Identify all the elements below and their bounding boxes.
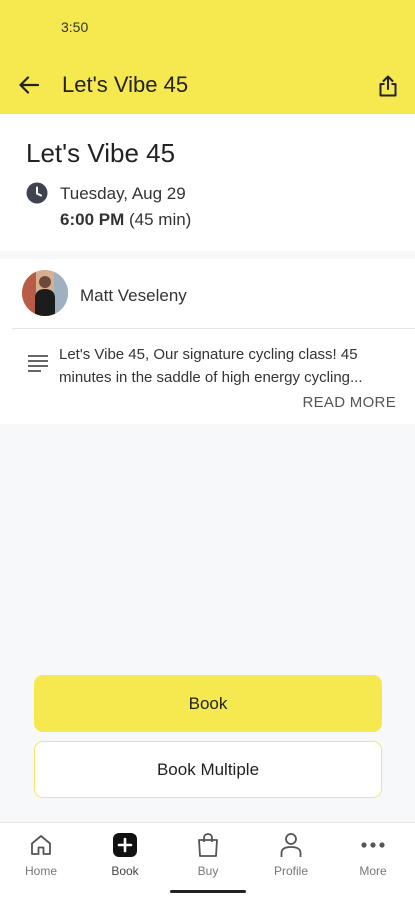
- shopping-bag-icon: [198, 833, 218, 857]
- tab-label: Buy: [197, 864, 219, 878]
- arrow-left-icon: [19, 76, 39, 94]
- book-multiple-button[interactable]: Book Multiple: [34, 741, 382, 798]
- share-icon: [379, 75, 397, 97]
- class-description: Let's Vibe 45, Our signature cycling cla…: [59, 346, 363, 386]
- tab-buy[interactable]: Buy: [173, 831, 243, 881]
- class-detail-card: Matt Veseleny Let's Vibe 45, Our signatu…: [0, 259, 415, 424]
- class-duration: (45 min): [128, 210, 192, 229]
- tab-profile[interactable]: Profile: [256, 831, 326, 881]
- tab-home[interactable]: Home: [6, 831, 76, 881]
- instructor-avatar[interactable]: [22, 270, 68, 316]
- person-icon: [280, 833, 302, 857]
- tab-label: Home: [24, 864, 57, 878]
- class-info-card: Let's Vibe 45 Tuesday, Aug 29 6:00 PM (4…: [0, 114, 415, 251]
- class-time: 6:00 PM (45 min): [60, 210, 191, 230]
- text-lines-icon: [28, 355, 48, 372]
- instructor-name[interactable]: Matt Veseleny: [80, 286, 187, 306]
- class-title: Let's Vibe 45: [26, 138, 176, 168]
- more-dots-icon: [361, 842, 385, 848]
- status-time: 3:50: [61, 19, 89, 35]
- home-indicator: [170, 890, 246, 893]
- class-start-time: 6:00 PM: [60, 210, 125, 229]
- tab-book[interactable]: Book: [90, 831, 160, 881]
- back-button[interactable]: [16, 72, 42, 98]
- app-header: 3:50 Let's Vibe 45: [0, 0, 415, 114]
- tab-label: Book: [111, 864, 139, 878]
- tab-label: Profile: [273, 864, 308, 878]
- share-button[interactable]: [375, 72, 401, 100]
- clock-icon: [26, 182, 48, 204]
- read-more-link[interactable]: READ MORE: [302, 394, 396, 411]
- home-icon: [31, 835, 51, 855]
- class-date: Tuesday, Aug 29: [60, 184, 186, 203]
- bottom-tab-bar: Home Book Buy Profile More: [0, 822, 415, 900]
- plus-square-icon: [113, 833, 137, 857]
- tab-more[interactable]: More: [338, 831, 408, 881]
- header-title: Let's Vibe 45: [62, 72, 189, 97]
- tab-label: More: [359, 864, 387, 878]
- avatar-photo: [22, 270, 68, 316]
- divider: [12, 328, 415, 329]
- book-button[interactable]: Book: [34, 675, 382, 732]
